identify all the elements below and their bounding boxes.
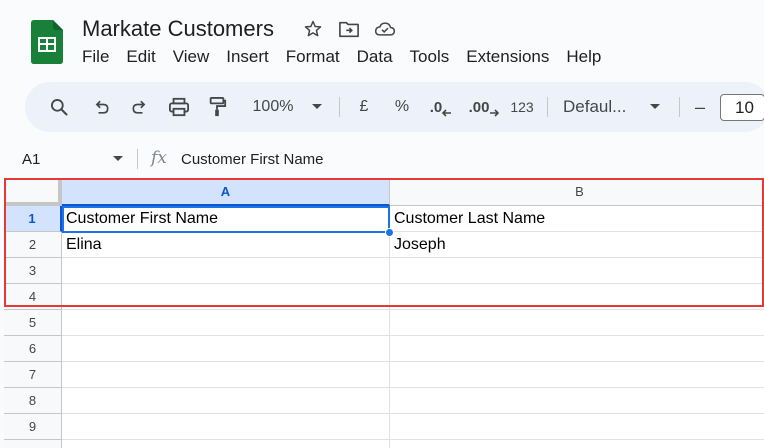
move-folder-icon[interactable] (338, 18, 360, 40)
row-header[interactable]: 6 (4, 336, 62, 362)
decrease-decimal-button[interactable]: .0 (426, 82, 456, 132)
star-icon[interactable] (302, 18, 324, 40)
row-header[interactable]: 3 (4, 258, 62, 284)
font-size-input[interactable]: 10 (720, 94, 764, 121)
row-header[interactable]: 5 (4, 310, 62, 336)
cell-a6[interactable] (62, 336, 390, 362)
cell-b4[interactable] (390, 284, 764, 310)
cell-b9[interactable] (390, 414, 764, 440)
cell-a4[interactable] (62, 284, 390, 310)
sheet-grid: A B 1 Customer First Name Customer Last … (4, 178, 764, 448)
name-box-caret-icon[interactable] (112, 155, 124, 163)
row-header[interactable]: 9 (4, 414, 62, 440)
document-title[interactable]: Markate Customers (82, 16, 274, 42)
cell-b7[interactable] (390, 362, 764, 388)
cell-a10[interactable] (62, 440, 390, 448)
menu-extensions[interactable]: Extensions (466, 47, 549, 67)
cell-a9[interactable] (62, 414, 390, 440)
cell-a7[interactable] (62, 362, 390, 388)
menu-format[interactable]: Format (286, 47, 340, 67)
cell-a5[interactable] (62, 310, 390, 336)
menu-tools[interactable]: Tools (410, 47, 450, 67)
cell-a1[interactable]: Customer First Name (62, 206, 390, 232)
decrease-decimal-label: .0 (429, 98, 443, 116)
cell-b2[interactable]: Joseph (390, 232, 764, 258)
row-header[interactable]: 8 (4, 388, 62, 414)
cell-b5[interactable] (390, 310, 764, 336)
percent-format-button[interactable]: % (391, 82, 413, 132)
paint-format-icon[interactable] (203, 82, 231, 132)
menu-data[interactable]: Data (357, 47, 393, 67)
toolbar-separator (547, 97, 548, 117)
row-header[interactable]: 7 (4, 362, 62, 388)
zoom-caret-icon[interactable] (309, 82, 325, 132)
select-all-corner[interactable] (4, 178, 62, 206)
font-family-select[interactable]: Defaul... (563, 82, 637, 132)
column-header-a[interactable]: A (62, 178, 390, 206)
fx-icon: fx (151, 148, 167, 168)
menu-file[interactable]: File (82, 47, 109, 67)
menu-help[interactable]: Help (566, 47, 601, 67)
increase-decimal-label: .00 (468, 98, 490, 116)
more-formats-button[interactable]: 123 (506, 82, 538, 132)
sheets-logo-icon[interactable] (31, 20, 63, 64)
arrow-right-icon (490, 109, 500, 117)
menu-bar: File Edit View Insert Format Data Tools … (82, 47, 618, 67)
column-header-b[interactable]: B (390, 178, 764, 206)
font-caret-icon[interactable] (647, 82, 663, 132)
increase-decimal-button[interactable]: .00 (465, 82, 503, 132)
cell-a3[interactable] (62, 258, 390, 284)
menu-insert[interactable]: Insert (226, 47, 269, 67)
toolbar-separator (339, 97, 340, 117)
cell-a8[interactable] (62, 388, 390, 414)
cell-b8[interactable] (390, 388, 764, 414)
toolbar: 100% £ % .0 .00 123 Defaul... – 10 (25, 82, 764, 132)
formula-bar: A1 fx Customer First Name (0, 140, 764, 178)
fill-handle[interactable] (385, 228, 394, 237)
search-menus-icon[interactable] (45, 82, 73, 132)
zoom-select[interactable]: 100% (245, 82, 301, 132)
row-header-partial[interactable] (4, 440, 62, 448)
menu-view[interactable]: View (173, 47, 210, 67)
menu-edit[interactable]: Edit (126, 47, 155, 67)
currency-format-button[interactable]: £ (353, 82, 375, 132)
redo-icon[interactable] (126, 82, 154, 132)
print-icon[interactable] (165, 82, 193, 132)
row-header[interactable]: 4 (4, 284, 62, 310)
arrow-left-icon (442, 109, 452, 117)
spreadsheet-app: Markate Customers File Edit View Insert … (0, 0, 764, 448)
row-header[interactable]: 1 (4, 206, 62, 232)
undo-icon[interactable] (87, 82, 115, 132)
name-box[interactable]: A1 (22, 151, 40, 168)
cloud-saved-icon[interactable] (374, 18, 396, 40)
row-header[interactable]: 2 (4, 232, 62, 258)
decrease-font-size-button[interactable]: – (689, 82, 711, 132)
toolbar-separator (679, 97, 680, 117)
cell-b6[interactable] (390, 336, 764, 362)
cell-b3[interactable] (390, 258, 764, 284)
cell-b1[interactable]: Customer Last Name (390, 206, 764, 232)
cell-a2[interactable]: Elina (62, 232, 390, 258)
formula-separator (137, 149, 138, 169)
cell-b10[interactable] (390, 440, 764, 448)
title-actions (302, 18, 396, 40)
formula-input[interactable]: Customer First Name (181, 151, 324, 168)
